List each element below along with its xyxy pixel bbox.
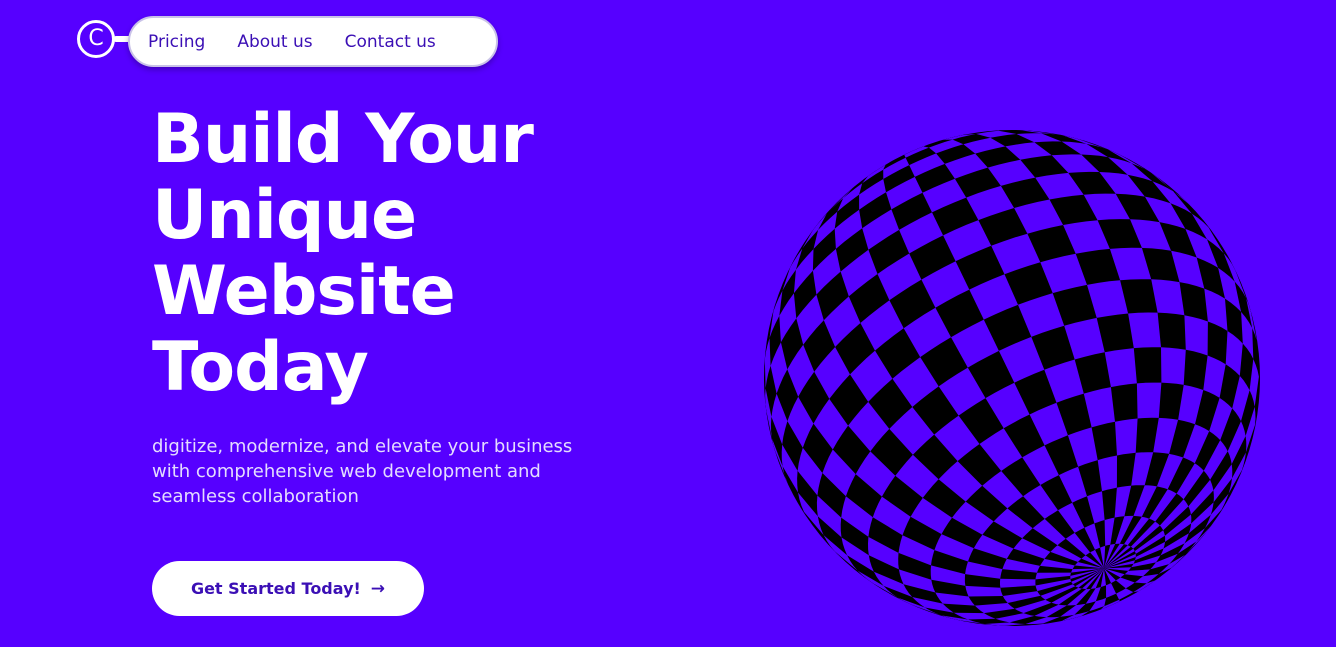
hero-headline-line: Build Your	[152, 100, 534, 179]
hero-headline: Build Your Unique Website Today	[152, 102, 672, 406]
sphere-tile	[1136, 382, 1162, 419]
hero-headline-line: Website	[152, 252, 456, 331]
get-started-button[interactable]: Get Started Today! →	[152, 561, 424, 616]
sphere-tile	[1184, 315, 1208, 356]
sphere-tile	[1128, 312, 1161, 349]
brand-logo[interactable]: C	[77, 20, 115, 58]
nav-contact-link[interactable]: Contact us	[345, 32, 436, 52]
hero-subtitle: digitize, modernize, and elevate your bu…	[152, 436, 573, 507]
hero-headline-line: Unique	[152, 176, 417, 255]
hero-headline-line: Today	[152, 328, 369, 407]
sphere-tile	[1115, 418, 1138, 456]
logo-letter: C	[88, 26, 104, 51]
nav-about-link[interactable]: About us	[237, 32, 312, 52]
arrow-right-icon: →	[370, 578, 386, 599]
checkered-sphere-graphic	[764, 130, 1260, 626]
sphere-tile	[1161, 347, 1186, 385]
top-nav: Pricing About us Contact us	[128, 16, 498, 67]
landing-page: C Pricing About us Contact us Build Your…	[0, 0, 1336, 647]
nav-pricing-link[interactable]: Pricing	[148, 32, 205, 52]
get-started-label: Get Started Today!	[190, 579, 361, 598]
